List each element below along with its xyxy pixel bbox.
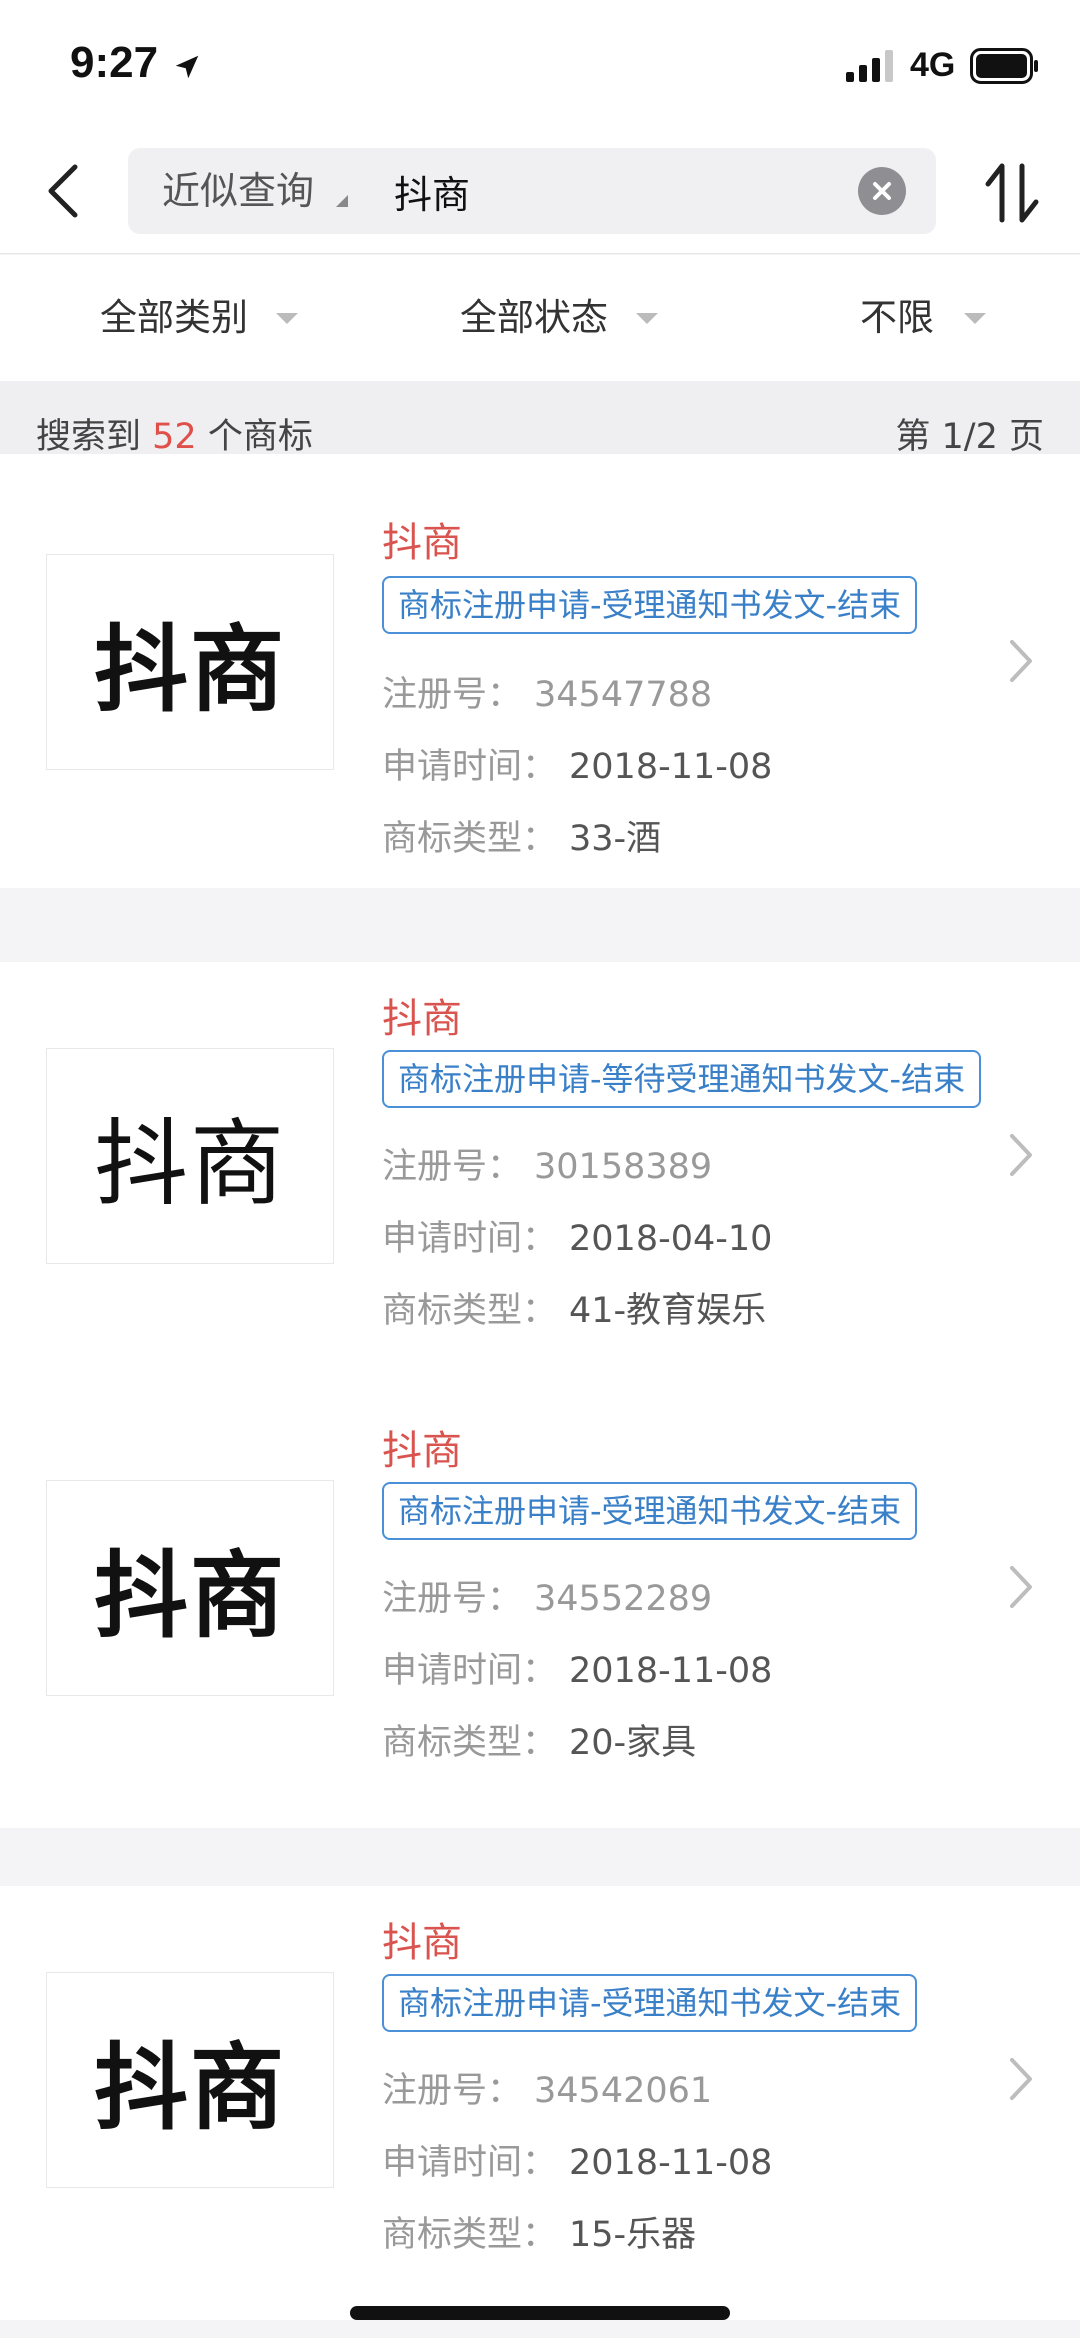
chevron-right-icon bbox=[1010, 1134, 1032, 1176]
chevron-right-icon bbox=[1010, 1566, 1032, 1608]
clear-button[interactable] bbox=[858, 167, 906, 215]
list-item[interactable]: 抖商 抖商 商标注册申请-受理通知书发文-结束 注册号： 34547788 申请时… bbox=[0, 454, 1080, 888]
nav-bar: 近似查询 bbox=[0, 132, 1080, 254]
trademark-logo: 抖商 bbox=[46, 1972, 334, 2188]
back-chevron-icon bbox=[48, 164, 78, 218]
dropdown-caret-icon bbox=[636, 313, 658, 324]
filter-status[interactable]: 全部状态 bbox=[460, 255, 608, 381]
apply-date-value: 2018-04-10 bbox=[569, 1219, 773, 1259]
logo-text: 抖商 bbox=[93, 616, 286, 725]
list-item[interactable]: 抖商 抖商 商标注册申请-受理通知书发文-结束 注册号： 34542061 申请时… bbox=[0, 1886, 1080, 2320]
search-mode-selector[interactable]: 近似查询 bbox=[162, 148, 314, 234]
summary-prefix: 搜索到 bbox=[36, 417, 153, 457]
reg-no-value: 34552289 bbox=[534, 1579, 713, 1619]
logo-text: 抖商 bbox=[93, 2034, 286, 2143]
class-label: 商标类型： bbox=[382, 819, 558, 859]
filter-bar: 全部类别 全部状态 不限 bbox=[0, 255, 1080, 381]
reg-no-line: 注册号： 34542061 bbox=[382, 2062, 712, 2113]
class-label: 商标类型： bbox=[382, 2215, 558, 2255]
dropdown-caret-icon bbox=[276, 313, 298, 324]
apply-date-value: 2018-11-08 bbox=[569, 747, 773, 787]
status-bar: 9:27 4G bbox=[0, 0, 1080, 132]
status-time: 9:27 bbox=[70, 38, 159, 87]
status-badge: 商标注册申请-受理通知书发文-结束 bbox=[382, 576, 918, 634]
class-line: 商标类型： 15-乐器 bbox=[382, 2206, 696, 2257]
reg-no-label: 注册号： bbox=[382, 1147, 523, 1187]
trademark-name: 抖商 bbox=[382, 1428, 462, 1474]
reg-no-line: 注册号： 34552289 bbox=[382, 1570, 712, 1621]
status-badge: 商标注册申请-等待受理通知书发文-结束 bbox=[382, 1050, 982, 1108]
search-input[interactable] bbox=[394, 148, 824, 234]
apply-date-line: 申请时间： 2018-04-10 bbox=[382, 1210, 772, 1261]
filter-date[interactable]: 不限 bbox=[860, 255, 934, 381]
class-line: 商标类型： 20-家具 bbox=[382, 1714, 696, 1765]
filter-category[interactable]: 全部类别 bbox=[100, 255, 248, 381]
back-button[interactable] bbox=[28, 154, 98, 228]
battery-icon bbox=[970, 48, 1038, 84]
search-box[interactable]: 近似查询 bbox=[128, 148, 936, 234]
class-value: 20-家具 bbox=[569, 1723, 697, 1763]
reg-no-label: 注册号： bbox=[382, 1579, 523, 1619]
trademark-name: 抖商 bbox=[382, 996, 462, 1042]
location-arrow-icon bbox=[175, 55, 199, 79]
class-line: 商标类型： 33-酒 bbox=[382, 810, 661, 861]
reg-no-line: 注册号： 30158389 bbox=[382, 1138, 712, 1189]
logo-text: 抖商 bbox=[93, 1542, 286, 1651]
reg-no-value: 30158389 bbox=[534, 1147, 713, 1187]
trademark-logo: 抖商 bbox=[46, 554, 334, 770]
list-item[interactable]: 抖商 抖商 商标注册申请-受理通知书发文-结束 注册号： 34552289 申请时… bbox=[0, 1394, 1080, 1828]
reg-no-value: 34547788 bbox=[534, 675, 713, 715]
class-value: 15-乐器 bbox=[569, 2215, 697, 2255]
class-label: 商标类型： bbox=[382, 1723, 558, 1763]
network-label: 4G bbox=[910, 46, 956, 84]
apply-date-label: 申请时间： bbox=[382, 1219, 558, 1259]
chevron-right-icon bbox=[1010, 640, 1032, 682]
reg-no-label: 注册号： bbox=[382, 2071, 523, 2111]
apply-date-value: 2018-11-08 bbox=[569, 1651, 773, 1691]
home-indicator[interactable] bbox=[350, 2306, 730, 2320]
apply-date-label: 申请时间： bbox=[382, 1651, 558, 1691]
dropdown-caret-icon bbox=[964, 313, 986, 324]
reg-no-value: 34542061 bbox=[534, 2071, 713, 2111]
chevron-right-icon bbox=[1010, 2058, 1032, 2100]
status-badge: 商标注册申请-受理通知书发文-结束 bbox=[382, 1974, 918, 2032]
apply-date-line: 申请时间： 2018-11-08 bbox=[382, 2134, 772, 2185]
apply-date-label: 申请时间： bbox=[382, 2143, 558, 2183]
trademark-logo: 抖商 bbox=[46, 1048, 334, 1264]
logo-text: 抖商 bbox=[93, 1110, 286, 1219]
class-label: 商标类型： bbox=[382, 1291, 558, 1331]
class-value: 33-酒 bbox=[569, 819, 662, 859]
list-item[interactable]: 抖商 抖商 商标注册申请-等待受理通知书发文-结束 注册号： 30158389 申… bbox=[0, 962, 1080, 1396]
apply-date-value: 2018-11-08 bbox=[569, 2143, 773, 2183]
reg-no-label: 注册号： bbox=[382, 675, 523, 715]
apply-date-label: 申请时间： bbox=[382, 747, 558, 787]
result-count: 52 bbox=[152, 417, 197, 457]
sort-icon[interactable] bbox=[980, 158, 1044, 228]
summary-suffix: 个商标 bbox=[196, 417, 313, 457]
apply-date-line: 申请时间： 2018-11-08 bbox=[382, 1642, 772, 1693]
class-line: 商标类型： 41-教育娱乐 bbox=[382, 1282, 766, 1333]
trademark-name: 抖商 bbox=[382, 1920, 462, 1966]
status-badge: 商标注册申请-受理通知书发文-结束 bbox=[382, 1482, 918, 1540]
clear-icon bbox=[873, 182, 891, 200]
dropdown-caret-icon bbox=[336, 195, 348, 207]
reg-no-line: 注册号： 34547788 bbox=[382, 666, 712, 717]
signal-icon bbox=[846, 50, 893, 82]
trademark-name: 抖商 bbox=[382, 520, 462, 566]
trademark-logo: 抖商 bbox=[46, 1480, 334, 1696]
class-value: 41-教育娱乐 bbox=[569, 1291, 767, 1331]
apply-date-line: 申请时间： 2018-11-08 bbox=[382, 738, 772, 789]
